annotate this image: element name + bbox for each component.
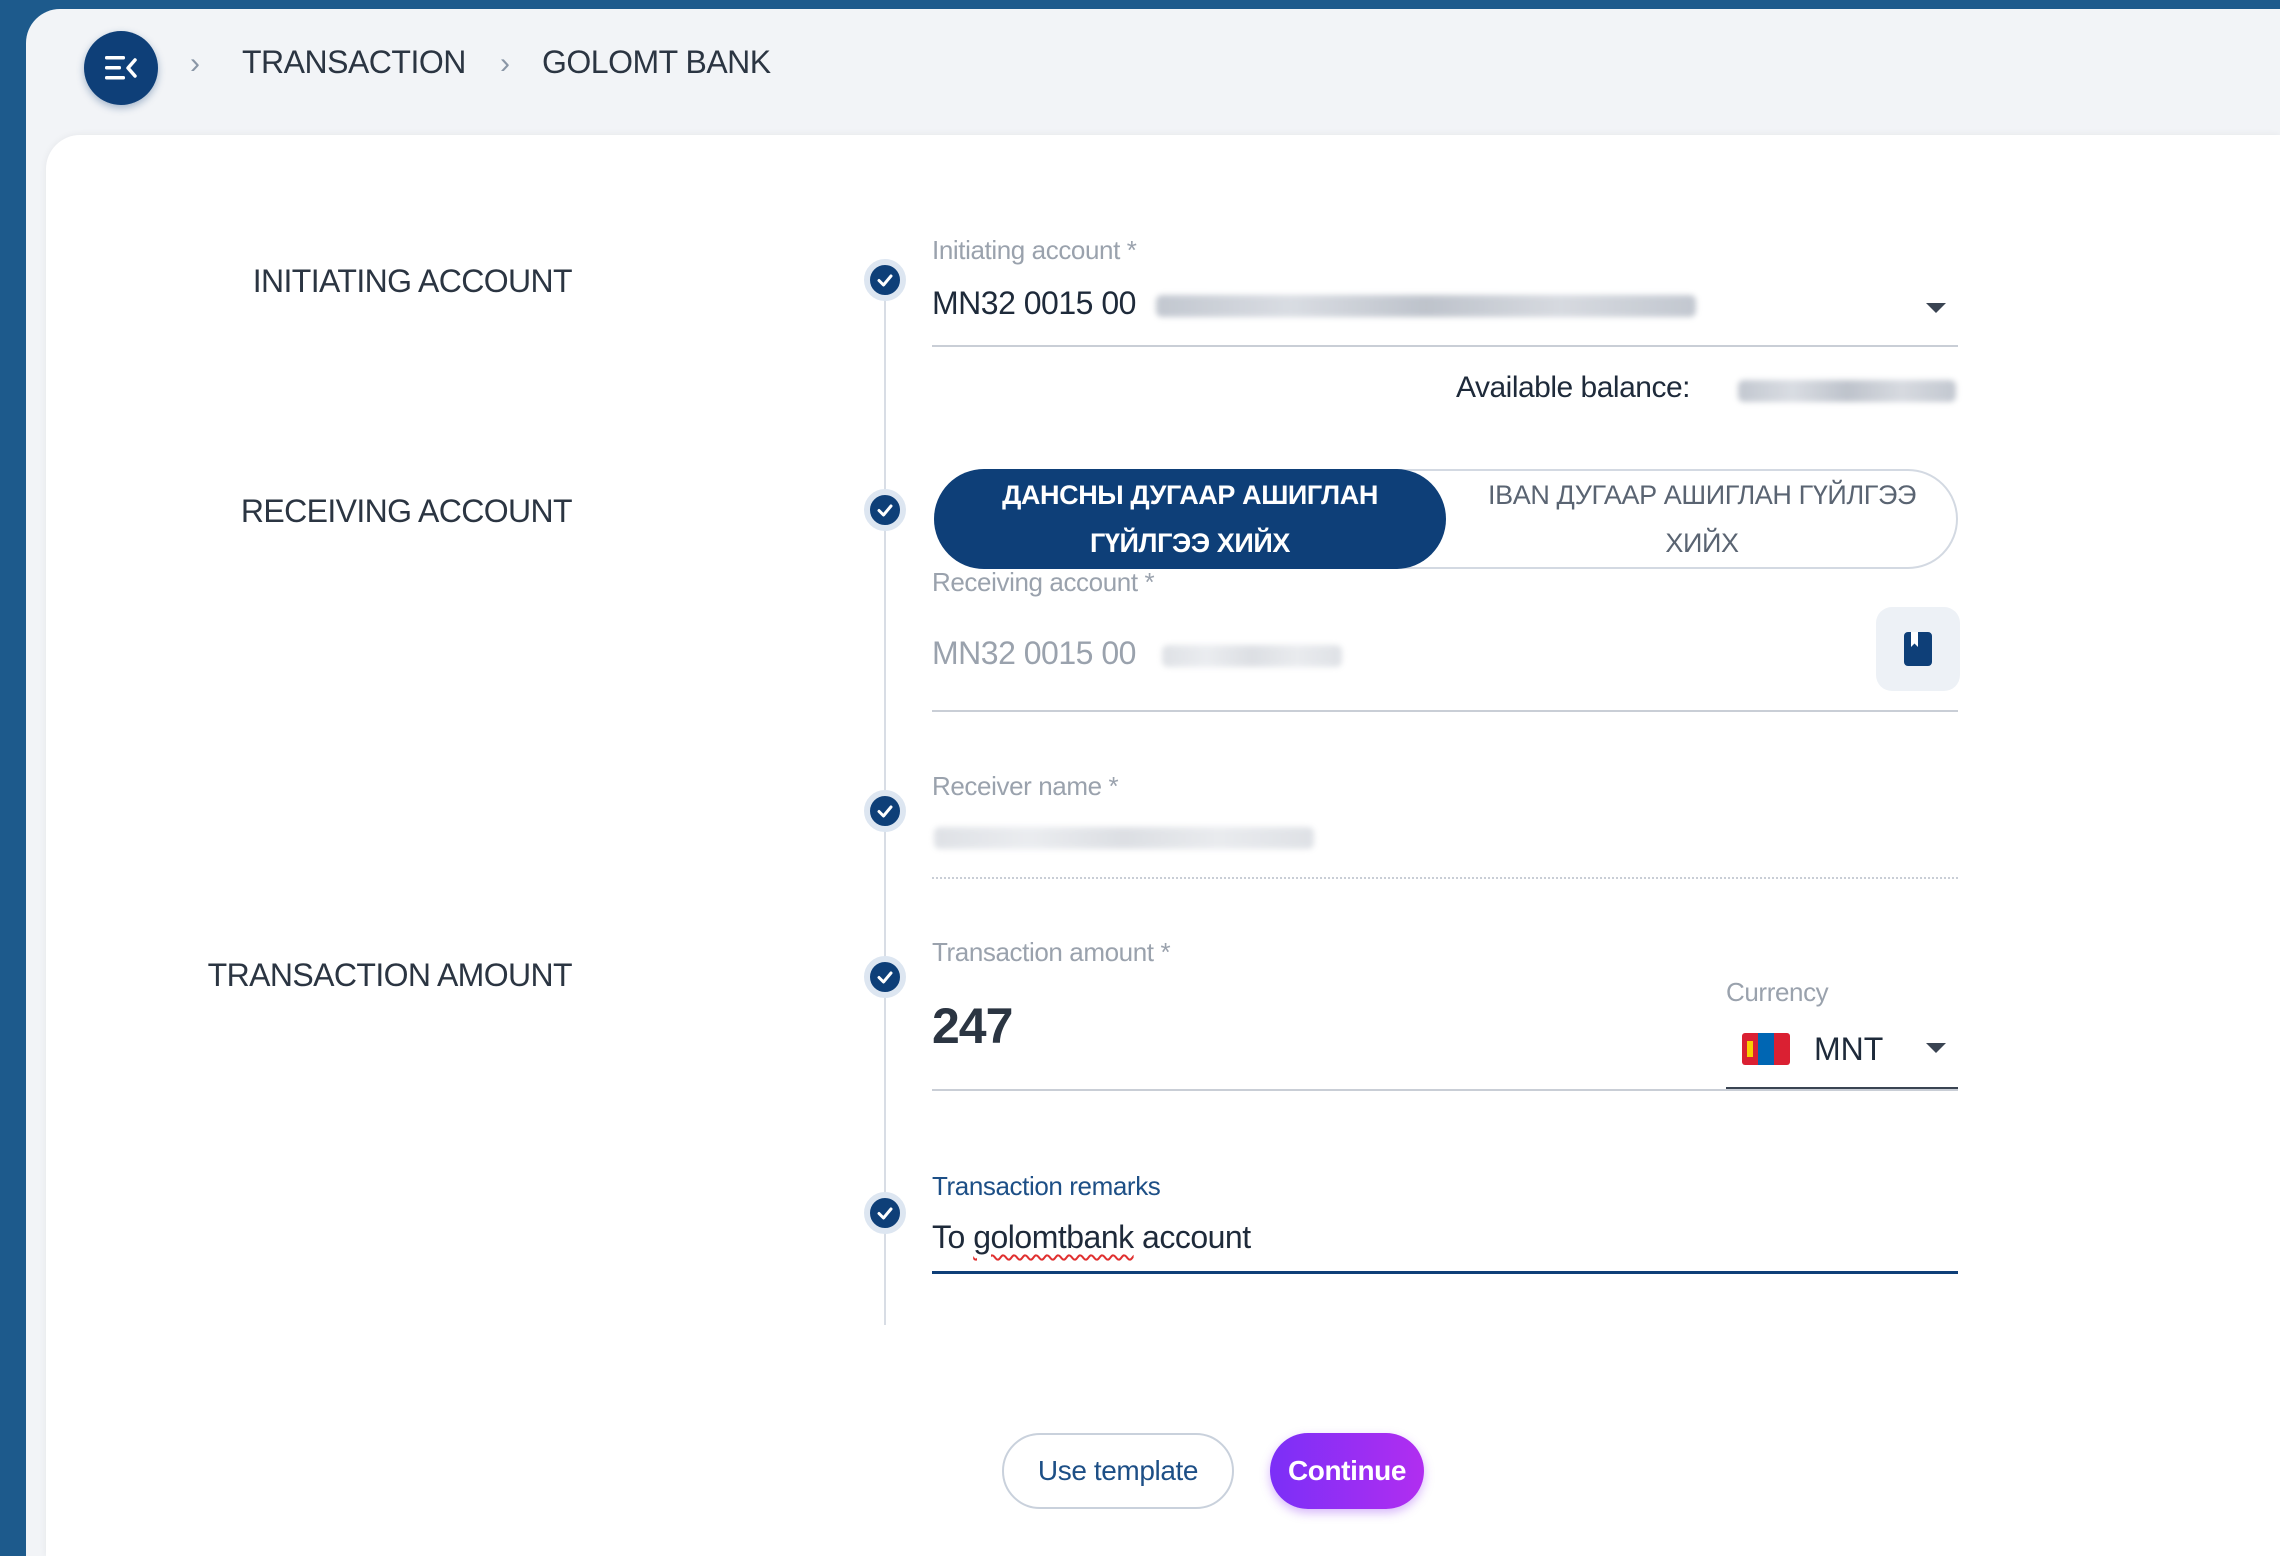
receiving-account-label: Receiving account * (932, 567, 1155, 597)
check-circle-icon (864, 489, 906, 531)
initiating-account-underline (932, 345, 1958, 347)
use-template-button[interactable]: Use template (1002, 1433, 1234, 1509)
initiating-account-label: Initiating account * (932, 235, 1137, 265)
top-bar: › TRANSACTION › GOLOMT BANK (26, 9, 2280, 129)
transaction-form-card: INITIATING ACCOUNT RECEIVING ACCOUNT TRA… (46, 135, 2280, 1556)
masked-account-details (1156, 295, 1696, 317)
currency-value: MNT (1814, 1031, 1884, 1067)
masked-receiver-name (934, 827, 1314, 849)
remarks-text-prefix: To (932, 1219, 974, 1255)
masked-receiving-account (1162, 645, 1342, 667)
receiving-account-underline (932, 710, 1958, 712)
transaction-amount-label: Transaction amount * (932, 937, 1171, 967)
section-label-amount: TRANSACTION AMOUNT (207, 957, 573, 993)
menu-collapse-icon (105, 56, 137, 80)
transaction-amount-underline (932, 1089, 1958, 1091)
section-label-initiating: INITIATING ACCOUNT (252, 263, 573, 299)
transaction-remarks-label: Transaction remarks (932, 1171, 1161, 1201)
breadcrumb-transaction[interactable]: TRANSACTION (242, 44, 466, 81)
check-circle-icon (864, 956, 906, 998)
caret-down-icon (1926, 303, 1946, 313)
remarks-text-suffix: account (1133, 1219, 1251, 1255)
receiver-name-label: Receiver name * (932, 771, 1119, 801)
app-frame: › TRANSACTION › GOLOMT BANK INITIATING A… (26, 9, 2280, 1556)
transaction-remarks-underline (932, 1271, 1958, 1274)
chevron-right-icon: › (500, 47, 510, 80)
initiating-account-value: MN32 0015 00 (932, 285, 1136, 321)
caret-down-icon (1926, 1043, 1946, 1053)
check-circle-icon (864, 259, 906, 301)
receive-mode-toggle: ДАНСНЫ ДУГААР АШИГЛАН ГҮЙЛГЭЭ ХИЙХ IBAN … (934, 469, 1958, 569)
address-book-button[interactable] (1876, 607, 1960, 691)
continue-button[interactable]: Continue (1270, 1433, 1424, 1509)
masked-balance-value (1738, 380, 1956, 402)
remarks-text-misspelled: golomtbank (973, 1219, 1134, 1255)
chevron-right-icon: › (190, 47, 200, 80)
available-balance-label: Available balance: (1456, 371, 1690, 404)
receiving-account-value: MN32 0015 00 (932, 635, 1136, 671)
check-circle-icon (864, 790, 906, 832)
mongolia-flag-icon (1742, 1033, 1790, 1065)
section-label-receiving: RECEIVING ACCOUNT (240, 493, 573, 529)
transaction-amount-value: 247 (932, 998, 1013, 1054)
address-book-icon (1904, 632, 1932, 666)
menu-toggle-button[interactable] (84, 31, 158, 105)
toggle-option-account-number[interactable]: ДАНСНЫ ДУГААР АШИГЛАН ГҮЙЛГЭЭ ХИЙХ (934, 469, 1446, 569)
toggle-option-iban[interactable]: IBAN ДУГААР АШИГЛАН ГҮЙЛГЭЭ ХИЙХ (1446, 469, 1958, 569)
receiver-name-underline (932, 877, 1958, 879)
breadcrumb-golomt-bank: GOLOMT BANK (542, 44, 771, 80)
transaction-remarks-value: To golomtbank account (932, 1219, 1251, 1256)
currency-label: Currency (1726, 977, 1829, 1007)
currency-underline (1726, 1087, 1958, 1089)
check-circle-icon (864, 1192, 906, 1234)
